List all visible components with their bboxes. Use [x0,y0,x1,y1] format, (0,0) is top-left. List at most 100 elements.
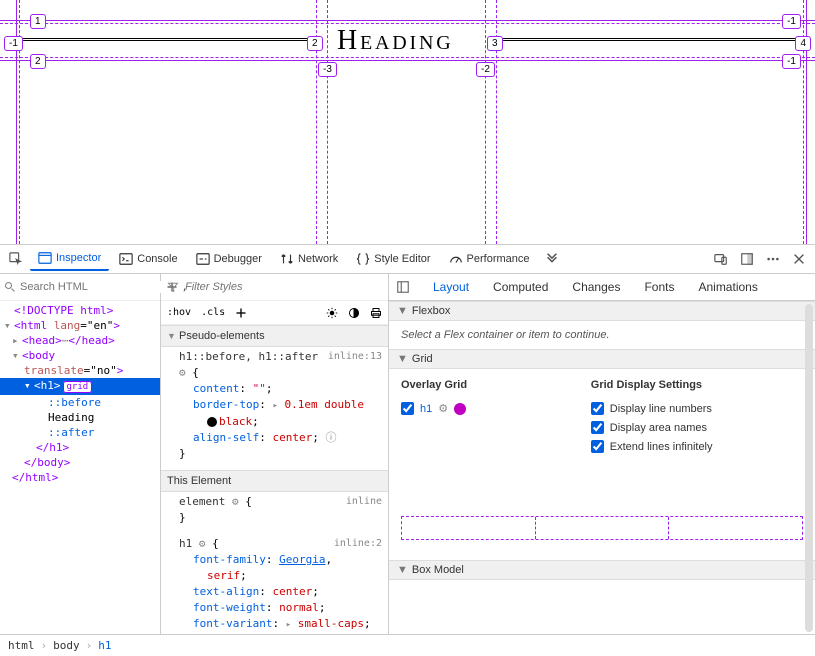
rules-list[interactable]: ▼ Pseudo-elements h1::before, h1::afteri… [161,325,388,634]
grid-line-number: -1 [782,14,801,29]
inspector-icon [38,251,52,265]
layout-tab-layout[interactable]: Layout [429,274,473,300]
gear-icon[interactable]: ⚙ [199,537,206,550]
grid-line-number: 4 [795,36,811,51]
flexbox-header[interactable]: ▼Flexbox [389,301,815,321]
more-icon[interactable] [761,247,785,271]
setting-extend[interactable]: Extend lines infinitely [591,437,803,456]
tab-console[interactable]: Console [111,248,185,270]
overflow-icon[interactable] [540,247,564,271]
overlay-grid-item[interactable]: h1 ⚙ [401,399,571,418]
section-header: This Element [167,475,231,487]
tree-doctype[interactable]: <!DOCTYPE html> [0,303,160,318]
grid-line-number: -1 [782,54,801,69]
grid-header[interactable]: ▼Grid [389,349,815,369]
search-html-input[interactable] [20,281,162,293]
tree-html-close[interactable]: </html> [0,470,160,485]
layout-tab-fonts[interactable]: Fonts [640,274,678,300]
page-heading: Heading [337,25,453,57]
tree-body[interactable]: ▾<body [0,348,160,363]
dock-icon[interactable] [735,247,759,271]
tab-network[interactable]: Network [272,248,346,270]
layout-panel: Layout Computed Changes Fonts Animations… [389,274,815,634]
page-viewport: Heading 1 -1 -1 2 -1 2 -3 3 -2 4 [0,0,815,244]
tab-label: Network [298,253,338,265]
tab-label: Debugger [214,253,262,265]
info-icon[interactable]: ⓘ [325,431,336,444]
flexbox-message: Select a Flex container or item to conti… [389,321,815,349]
grid-settings-title: Grid Display Settings [591,379,803,391]
markup-panel: <!DOCTYPE html> ▾<html lang="en"> ▸<head… [0,274,161,634]
devtools-toolbar: Inspector Console Debugger Network Style… [0,245,815,274]
tree-head[interactable]: ▸<head>⋯</head> [0,333,160,348]
cls-toggle[interactable]: .cls [201,307,225,318]
responsive-design-icon[interactable] [709,247,733,271]
dark-scheme-icon[interactable] [348,307,360,319]
rule-selector[interactable]: h1::before, h1::after [179,350,318,363]
breadcrumb-item[interactable]: body [53,639,80,652]
filter-icon [167,281,179,293]
console-icon [119,252,133,266]
scrollbar[interactable] [805,304,813,632]
layout-sidebar-icon[interactable] [393,280,413,294]
dom-tree[interactable]: <!DOCTYPE html> ▾<html lang="en"> ▸<head… [0,301,160,634]
debugger-icon [196,252,210,266]
overlay-grid-title: Overlay Grid [401,379,571,391]
performance-icon [449,252,463,266]
tab-style-editor[interactable]: Style Editor [348,248,438,270]
tab-inspector[interactable]: Inspector [30,247,109,271]
gear-icon[interactable]: ⚙ [232,495,239,508]
network-icon [280,252,294,266]
chevron-right-icon: › [41,639,48,652]
tab-performance[interactable]: Performance [441,248,538,270]
breadcrumbs: html › body › h1 [0,634,815,656]
rule-source[interactable]: inline [346,494,382,510]
layout-tab-changes[interactable]: Changes [568,274,624,300]
tree-body-close[interactable]: </body> [0,455,160,470]
box-model-header[interactable]: ▼Box Model [389,560,815,580]
tab-label: Inspector [56,252,101,264]
overlay-selector[interactable]: h1 [420,403,432,415]
rule-source[interactable]: inline:2 [334,536,382,552]
rule-selector[interactable]: h1 [179,537,192,550]
setting-area-names[interactable]: Display area names [591,418,803,437]
tree-after[interactable]: ::after [0,425,160,440]
tree-before[interactable]: ::before [0,395,160,410]
pick-element-icon[interactable] [4,247,28,271]
rule-selector[interactable]: element [179,495,225,508]
style-editor-icon [356,252,370,266]
layout-tab-computed[interactable]: Computed [489,274,552,300]
rule-source[interactable]: inline:13 [328,349,382,365]
tree-body-attr[interactable]: translate="no"> [0,363,160,378]
gear-icon[interactable]: ⚙ [438,402,448,415]
layout-tab-animations[interactable]: Animations [694,274,761,300]
tab-debugger[interactable]: Debugger [188,248,270,270]
breadcrumb-item[interactable]: h1 [98,639,111,652]
tree-h1[interactable]: ▾<h1>grid [0,378,160,395]
section-header[interactable]: Pseudo-elements [179,330,265,342]
grid-line-number: -1 [4,36,23,51]
close-icon[interactable] [787,247,811,271]
grid-line-number: 2 [307,36,323,51]
tab-label: Console [137,253,177,265]
light-scheme-icon[interactable] [326,307,338,319]
gear-icon[interactable]: ⚙ [179,366,186,379]
print-icon[interactable] [370,307,382,319]
tree-text[interactable]: Heading [0,410,160,425]
grid-preview [401,516,803,540]
overlay-checkbox[interactable] [401,402,414,415]
setting-line-numbers[interactable]: Display line numbers [591,399,803,418]
add-rule-icon[interactable] [235,307,247,319]
tree-html[interactable]: ▾<html lang="en"> [0,318,160,333]
hov-toggle[interactable]: :hov [167,307,191,318]
filter-styles-input[interactable] [185,281,382,293]
breadcrumb-item[interactable]: html [8,639,35,652]
grid-color-swatch[interactable] [454,403,466,415]
chevron-right-icon: › [86,639,93,652]
tab-label: Performance [467,253,530,265]
color-swatch[interactable] [207,417,217,427]
tree-h1-close[interactable]: </h1> [0,440,160,455]
rules-panel: :hov .cls ▼ Pseudo-elements h1::before, … [161,274,389,634]
search-icon [4,281,16,293]
tab-label: Style Editor [374,253,430,265]
